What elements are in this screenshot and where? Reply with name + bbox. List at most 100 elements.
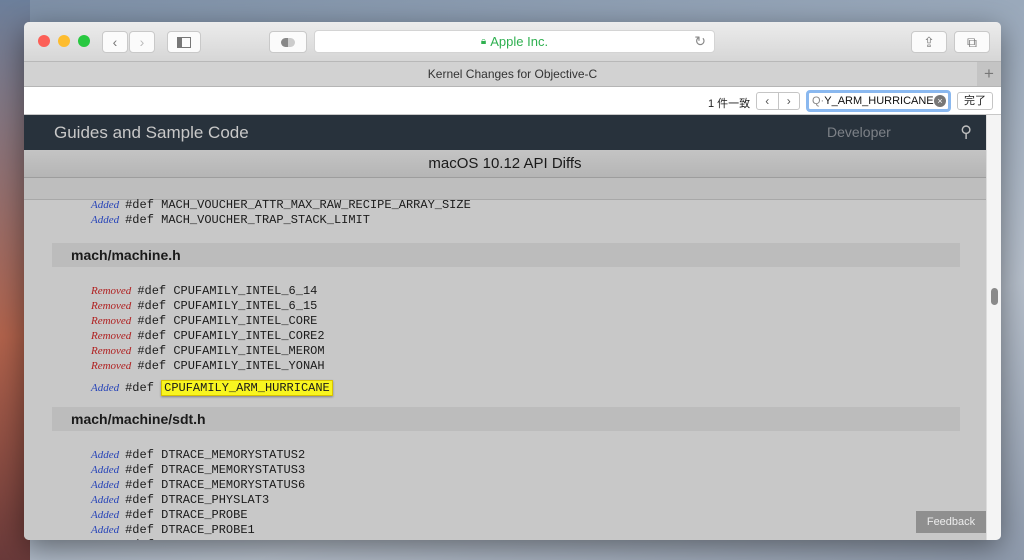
find-query: Y_ARM_HURRICANE <box>824 95 934 107</box>
change-tag: Added <box>91 199 120 211</box>
minimize-button[interactable] <box>58 35 70 47</box>
symbol-name[interactable]: DTRACE_PROBE1 <box>161 523 255 537</box>
symbol-name[interactable]: CPUFAMILY_INTEL_CORE2 <box>173 329 324 343</box>
forward-button[interactable]: › <box>129 31 155 53</box>
keyword: #def <box>137 329 167 343</box>
diff-list: Added #def MACH_VOUCHER_ATTR_MAX_RAW_RECI… <box>24 198 986 540</box>
section-header: mach/machine/sdt.h <box>52 407 960 431</box>
symbol-name[interactable]: CPUFAMILY_INTEL_YONAH <box>173 359 324 373</box>
toggle-icon <box>281 37 295 47</box>
symbol-name[interactable]: DTRACE_PROBE10 <box>161 538 262 540</box>
keyword: #def <box>137 299 167 313</box>
diff-line: Removed #def CPUFAMILY_INTEL_CORE2 <box>24 329 986 344</box>
lock-icon: 🔒︎ <box>480 36 487 47</box>
keyword: #def <box>125 198 154 212</box>
diff-line: Removed #def CPUFAMILY_INTEL_CORE <box>24 314 986 329</box>
keyword: #def <box>125 463 154 477</box>
find-input[interactable]: Q·Y_ARM_HURRICANE × <box>806 90 951 112</box>
clear-icon[interactable]: × <box>934 95 946 107</box>
developer-link[interactable]: Developer <box>827 115 891 150</box>
symbol-name[interactable]: DTRACE_MEMORYSTATUS3 <box>161 463 305 477</box>
new-tab-button[interactable]: + <box>977 62 1001 86</box>
change-tag: Removed <box>91 330 132 342</box>
find-bar: 1 件一致 ‹ › Q·Y_ARM_HURRICANE × 完了 <box>24 87 1001 115</box>
address-text: Apple Inc. <box>490 34 549 49</box>
scrollbar-thumb[interactable] <box>991 288 998 305</box>
find-match-count: 1 件一致 <box>708 98 751 110</box>
chevron-left-icon: ‹ <box>112 34 118 50</box>
change-tag: Added <box>91 524 120 536</box>
diff-line: Added #def DTRACE_MEMORYSTATUS3 <box>24 463 986 478</box>
change-tag: Removed <box>91 345 132 357</box>
diff-line: Removed #def CPUFAMILY_INTEL_MEROM <box>24 344 986 359</box>
chevron-right-icon: › <box>139 34 145 50</box>
tabs-icon: ⧉ <box>967 33 977 50</box>
site-title[interactable]: Guides and Sample Code <box>54 123 249 142</box>
keyword: #def <box>125 508 154 522</box>
reload-icon[interactable]: ↻ <box>694 33 706 50</box>
find-done-button[interactable]: 完了 <box>957 92 993 110</box>
change-tag: Added <box>91 479 120 491</box>
page-content: Guides and Sample Code Developer ⚲ macOS… <box>24 115 986 540</box>
tab-bar: Kernel Changes for Objective-C + <box>24 62 1001 87</box>
keyword: #def <box>125 538 154 540</box>
toolbar-band <box>24 178 986 200</box>
zoom-button[interactable] <box>78 35 90 47</box>
symbol-name[interactable]: MACH_VOUCHER_ATTR_MAX_RAW_RECIPE_ARRAY_S… <box>161 198 471 212</box>
keyword: #def <box>125 381 154 395</box>
symbol-name[interactable]: MACH_VOUCHER_TRAP_STACK_LIMIT <box>161 213 370 227</box>
diff-line: Added #def DTRACE_PHYSLAT3 <box>24 493 986 508</box>
keyword: #def <box>137 359 167 373</box>
keyword: #def <box>125 478 154 492</box>
diff-line: Added #def MACH_VOUCHER_ATTR_MAX_RAW_RECI… <box>24 198 986 213</box>
symbol-name[interactable]: DTRACE_MEMORYSTATUS2 <box>161 448 305 462</box>
symbol-name[interactable]: DTRACE_MEMORYSTATUS6 <box>161 478 305 492</box>
symbol-name[interactable]: CPUFAMILY_INTEL_CORE <box>173 314 317 328</box>
change-tag: Removed <box>91 300 132 312</box>
diff-line: Added #def DTRACE_MEMORYSTATUS6 <box>24 478 986 493</box>
find-match-highlight[interactable]: CPUFAMILY_ARM_HURRICANE <box>161 380 333 396</box>
change-tag: Removed <box>91 315 132 327</box>
diff-line: Added #def MACH_VOUCHER_TRAP_STACK_LIMIT <box>24 213 986 228</box>
close-button[interactable] <box>38 35 50 47</box>
symbol-name[interactable]: CPUFAMILY_INTEL_6_14 <box>173 284 317 298</box>
developer-label: Developer <box>827 124 891 140</box>
find-next-button[interactable]: › <box>777 93 800 109</box>
diff-line: Removed #def CPUFAMILY_INTEL_YONAH <box>24 359 986 374</box>
toolbar: ‹ › 🔒︎ Apple Inc. ↻ ⇪ ⧉ <box>24 22 1001 62</box>
change-tag: Added <box>91 494 120 506</box>
find-navigation: ‹ › <box>756 92 800 110</box>
symbol-name[interactable]: DTRACE_PROBE <box>161 508 247 522</box>
plus-icon: + <box>984 64 994 83</box>
symbol-name[interactable]: CPUFAMILY_INTEL_MEROM <box>173 344 324 358</box>
top-lines: Added #def MACH_VOUCHER_ATTR_MAX_RAW_RECI… <box>24 198 986 228</box>
find-previous-button[interactable]: ‹ <box>757 93 778 109</box>
feedback-button[interactable]: Feedback <box>916 511 986 533</box>
change-tag: Removed <box>91 360 132 372</box>
symbol-name[interactable]: CPUFAMILY_INTEL_6_15 <box>173 299 317 313</box>
tab-title[interactable]: Kernel Changes for Objective-C <box>428 67 597 81</box>
keyword: #def <box>137 284 167 298</box>
keyword: #def <box>125 213 154 227</box>
tabs-overview-button[interactable]: ⧉ <box>954 31 990 53</box>
symbol-name[interactable]: DTRACE_PHYSLAT3 <box>161 493 269 507</box>
section-lines: Added #def DTRACE_MEMORYSTATUS2 Added #def … <box>24 448 986 540</box>
sidebar-button[interactable] <box>167 31 201 53</box>
section-header: mach/machine.h <box>52 243 960 267</box>
diff-line: Removed #def CPUFAMILY_INTEL_6_15 <box>24 299 986 314</box>
keyword: #def <box>137 314 167 328</box>
diff-line: Added #def DTRACE_PROBE1 <box>24 523 986 538</box>
change-tag: Added <box>91 539 119 540</box>
reader-toggle-button[interactable] <box>269 31 307 53</box>
sidebar-icon <box>177 36 191 48</box>
share-button[interactable]: ⇪ <box>911 31 947 53</box>
keyword: #def <box>125 493 154 507</box>
back-button[interactable]: ‹ <box>102 31 128 53</box>
search-icon[interactable]: ⚲ <box>960 115 972 150</box>
scrollbar[interactable] <box>986 115 1001 540</box>
address-bar[interactable]: 🔒︎ Apple Inc. ↻ <box>314 30 715 53</box>
change-tag: Added <box>91 382 120 394</box>
diff-line: Added #def CPUFAMILY_ARM_HURRICANE <box>24 379 986 397</box>
diff-line: Added #def DTRACE_PROBE <box>24 508 986 523</box>
change-tag: Added <box>91 509 120 521</box>
